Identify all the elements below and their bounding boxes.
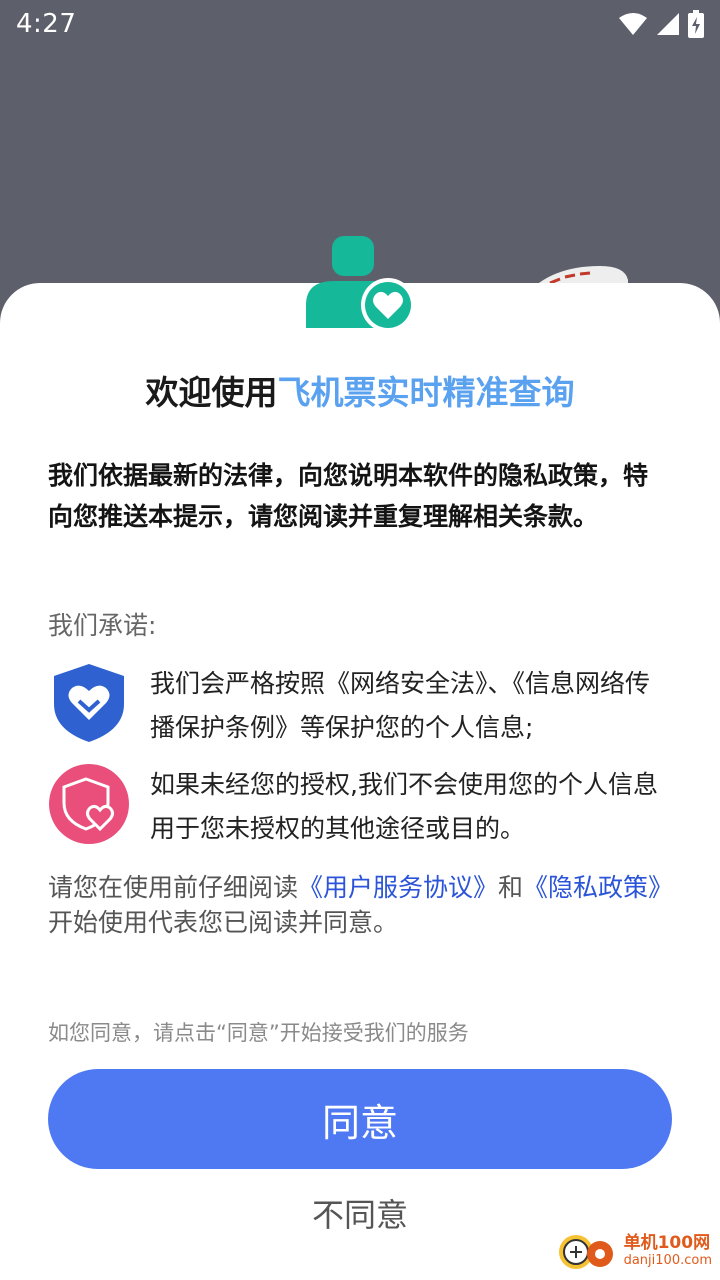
notice-suffix: 开始使用代表您已阅读并同意。 — [48, 908, 399, 937]
agree-hint: 如您同意，请点击“同意”开始接受我们的服务 — [48, 1021, 469, 1045]
notice-prefix: 请您在使用前仔细阅读 — [48, 873, 299, 902]
intro-text: 我们依据最新的法律，向您说明本软件的隐私政策，特向您推送本提示，请您阅读并重复理… — [48, 461, 649, 531]
shield-heart-icon — [54, 664, 124, 742]
title-prefix: 欢迎使用 — [145, 373, 278, 412]
watermark-name: 单机100网 — [623, 1233, 711, 1253]
title-app-name: 飞机票实时精准查询 — [277, 373, 575, 412]
disagree-button[interactable]: 不同意 — [260, 1185, 460, 1241]
promise-text: 如果未经您的授权,我们不会使用您的个人信息用于您未授权的其他途径或目的。 — [150, 770, 658, 843]
watermark-logo-icon — [558, 1235, 613, 1269]
promise-item: 如果未经您的授权,我们不会使用您的个人信息用于您未授权的其他途径或目的。 — [48, 763, 678, 851]
status-bar: 4:27 — [0, 0, 720, 48]
status-icons — [618, 10, 704, 38]
watermark: 单机100网 danji100.com — [556, 1232, 712, 1272]
notice-conjunction: 和 — [498, 873, 524, 902]
status-time: 4:27 — [16, 9, 77, 39]
heart-shield-icon — [49, 764, 129, 844]
user-heart-icon — [306, 236, 415, 332]
promise-item: 我们会严格按照《网络安全法》、《信息网络传播保护条例》等保护您的个人信息; — [48, 662, 678, 750]
watermark-text: 单机100网 danji100.com — [624, 1235, 712, 1269]
dialog-title: 欢迎使用飞机票实时精准查询 — [0, 366, 720, 414]
cellular-signal-icon — [657, 13, 679, 35]
privacy-policy-link[interactable]: 《隐私政策》 — [523, 873, 673, 902]
user-agreement-link[interactable]: 《用户服务协议》 — [298, 873, 498, 902]
promise-text: 我们会严格按照《网络安全法》、《信息网络传播保护条例》等保护您的个人信息; — [150, 669, 651, 742]
promise-title: 我们承诺: — [48, 611, 157, 640]
agree-button[interactable]: 同意 — [48, 1069, 672, 1169]
watermark-url: danji100.com — [623, 1253, 712, 1268]
battery-charging-icon — [688, 10, 704, 38]
wifi-icon — [619, 13, 647, 35]
notice-text: 请您在使用前仔细阅读《用户服务协议》和《隐私政策》开始使用代表您已阅读并同意。 — [48, 870, 678, 940]
